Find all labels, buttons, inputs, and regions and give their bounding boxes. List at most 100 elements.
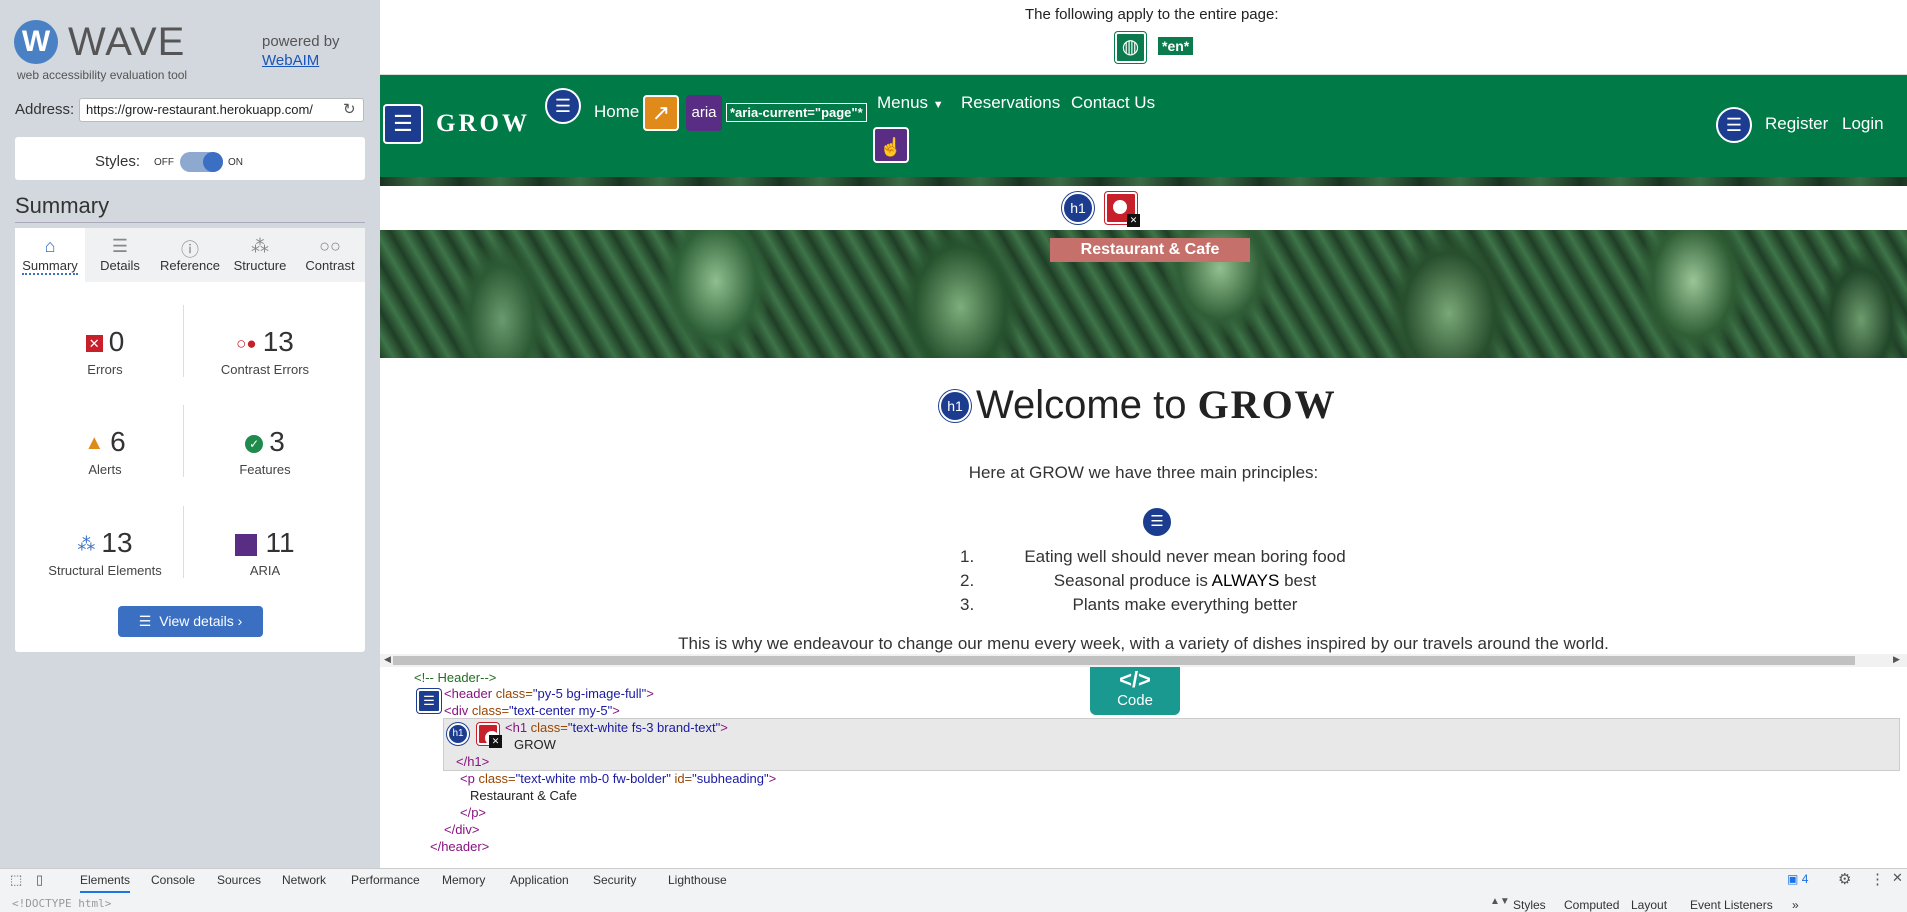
device-toolbar-icon[interactable]: ▯	[36, 872, 43, 888]
devtools-tab-memory[interactable]: Memory	[442, 873, 485, 887]
devtools-tab-performance[interactable]: Performance	[351, 873, 420, 887]
scroll-right-icon[interactable]: ▶	[1893, 654, 1900, 665]
stat-divider	[183, 405, 184, 477]
inspect-icon[interactable]: ⬚	[10, 872, 22, 888]
code-line: Restaurant & Cafe	[470, 788, 577, 803]
refresh-icon[interactable]: ↻	[343, 100, 356, 118]
devtools-tab-network[interactable]: Network	[282, 873, 326, 887]
stat-count: 6	[110, 426, 126, 457]
code-line: <div class="text-center my-5">	[444, 703, 620, 718]
code-attr: id=	[670, 771, 693, 786]
devtools-tab-computed[interactable]: Computed	[1564, 898, 1619, 912]
code-tag: <p	[460, 771, 479, 786]
address-input[interactable]: https://grow-restaurant.herokuapp.com/	[79, 98, 364, 122]
code-value: "text-white fs-3 brand-text"	[567, 720, 721, 735]
settings-icon[interactable]: ⚙	[1838, 870, 1851, 888]
scroll-left-icon[interactable]: ◀	[384, 654, 391, 665]
devtools-tab-event-listeners[interactable]: Event Listeners	[1690, 898, 1773, 912]
stat-label: Alerts	[88, 462, 122, 477]
wave-logo-title: WAVE	[68, 20, 186, 64]
code-line: </p>	[460, 805, 487, 820]
feature-icon: ✓	[245, 434, 264, 453]
header-icon[interactable]: ☰	[383, 104, 423, 144]
tab-summary[interactable]: ⌂ Summary	[15, 228, 85, 282]
nav-login[interactable]: Login	[1842, 114, 1884, 134]
code-badge[interactable]: </> Code	[1090, 667, 1180, 715]
list-text-bold: ALWAYS	[1211, 571, 1280, 590]
error-icon: ✕	[85, 335, 103, 353]
nav-home[interactable]: Home	[594, 102, 639, 122]
stat-label: Features	[239, 462, 291, 477]
nav-contact[interactable]: Contact Us	[1071, 93, 1155, 113]
stat-count: 13	[101, 527, 133, 558]
list-icon: ☰	[111, 236, 129, 256]
summary-heading: Summary	[15, 193, 110, 218]
more-tabs-button[interactable]: »	[1792, 898, 1799, 912]
devtools-tab-styles[interactable]: Styles	[1513, 898, 1546, 912]
code-tag-end: >	[646, 686, 654, 701]
code-line: </div>	[444, 822, 480, 837]
h1-icon[interactable]: h1	[447, 723, 469, 745]
language-badge[interactable]: *en*	[1158, 37, 1194, 55]
devtools-tab-elements[interactable]: Elements	[80, 873, 131, 893]
chevron-down-icon: ▼	[932, 99, 944, 111]
close-icon[interactable]: ✕	[1892, 870, 1903, 886]
issues-badge[interactable]: ▣ 4	[1787, 872, 1808, 886]
chat-icon: ▣	[1787, 872, 1799, 886]
list-icon: ☰	[138, 613, 152, 629]
tab-details[interactable]: ☰ Details	[85, 228, 155, 282]
site-navbar	[380, 75, 1907, 177]
aria-icon[interactable]: aria	[686, 95, 722, 131]
nav-reservations[interactable]: Reservations	[961, 93, 1060, 113]
hero-top-strip	[380, 177, 1907, 186]
redundant-link-alert-icon[interactable]: ↗	[643, 95, 679, 131]
devtools-tab-application[interactable]: Application	[510, 873, 569, 887]
view-details-label: View details ›	[159, 613, 243, 629]
contrast-error-icon: ○●	[236, 333, 257, 353]
devtools-tab-lighthouse[interactable]: Lighthouse	[668, 873, 727, 887]
styles-on-label: ON	[228, 157, 243, 168]
address-label: Address:	[15, 101, 75, 118]
list-number: 3.	[960, 595, 975, 614]
contrast-error-icon[interactable]	[1105, 192, 1140, 227]
aria-current-label: *aria-current="page"*	[726, 103, 867, 122]
heading-icons-row	[380, 186, 1907, 230]
code-line: <h1 class="text-white fs-3 brand-text">	[505, 720, 728, 735]
devtools-tab-layout[interactable]: Layout	[1631, 898, 1667, 912]
code-value: "text-center my-5"	[509, 703, 613, 718]
styles-toggle-knob[interactable]	[203, 152, 223, 172]
code-line: <!-- Header-->	[414, 670, 497, 685]
tab-reference[interactable]: ⓘ Reference	[155, 228, 225, 282]
contrast-error-icon[interactable]	[477, 723, 502, 748]
list-icon[interactable]: ☰	[1141, 506, 1173, 538]
list-icon[interactable]: ☰	[1716, 107, 1752, 143]
stat-contrast-errors: ○● 13 Contrast Errors	[190, 326, 340, 377]
list-text-pre: Seasonal produce is	[1053, 571, 1212, 590]
stat-count: 0	[108, 326, 125, 357]
code-attr: class=	[530, 720, 568, 735]
aria-menu-icon[interactable]: ☝	[873, 127, 909, 163]
more-options-icon[interactable]: ⋮	[1870, 870, 1885, 888]
powered-by: powered by WebAIM	[262, 32, 340, 70]
view-details-button[interactable]: ☰ View details ›	[118, 606, 263, 637]
site-brand[interactable]: GROW	[436, 110, 530, 138]
devtools-tab-sources[interactable]: Sources	[217, 873, 261, 887]
code-value: "subheading"	[692, 771, 769, 786]
globe-icon[interactable]: ◍	[1115, 32, 1146, 63]
devtools-tab-console[interactable]: Console	[151, 873, 195, 887]
devtools-tab-security[interactable]: Security	[593, 873, 636, 887]
code-line: </h1>	[456, 754, 490, 769]
webaim-link[interactable]: WebAIM	[262, 52, 319, 69]
header-icon[interactable]: ☰	[417, 689, 441, 713]
tab-structure[interactable]: ⁂ Structure	[225, 228, 295, 282]
h1-icon[interactable]: h1	[939, 390, 971, 422]
scroll-arrows-icon[interactable]: ▲▼	[1490, 896, 1510, 907]
h1-icon[interactable]: h1	[1062, 192, 1094, 224]
nav-menus[interactable]: Menus ▼	[877, 93, 944, 113]
list-icon[interactable]: ☰	[545, 88, 581, 124]
nav-register[interactable]: Register	[1765, 114, 1828, 134]
tab-contrast[interactable]: ○○ Contrast	[295, 228, 365, 282]
structure-icon: ⁂	[77, 534, 96, 555]
list-text: Seasonal produce is ALWAYS best	[1000, 571, 1370, 591]
scrollbar-thumb[interactable]	[393, 656, 1855, 665]
